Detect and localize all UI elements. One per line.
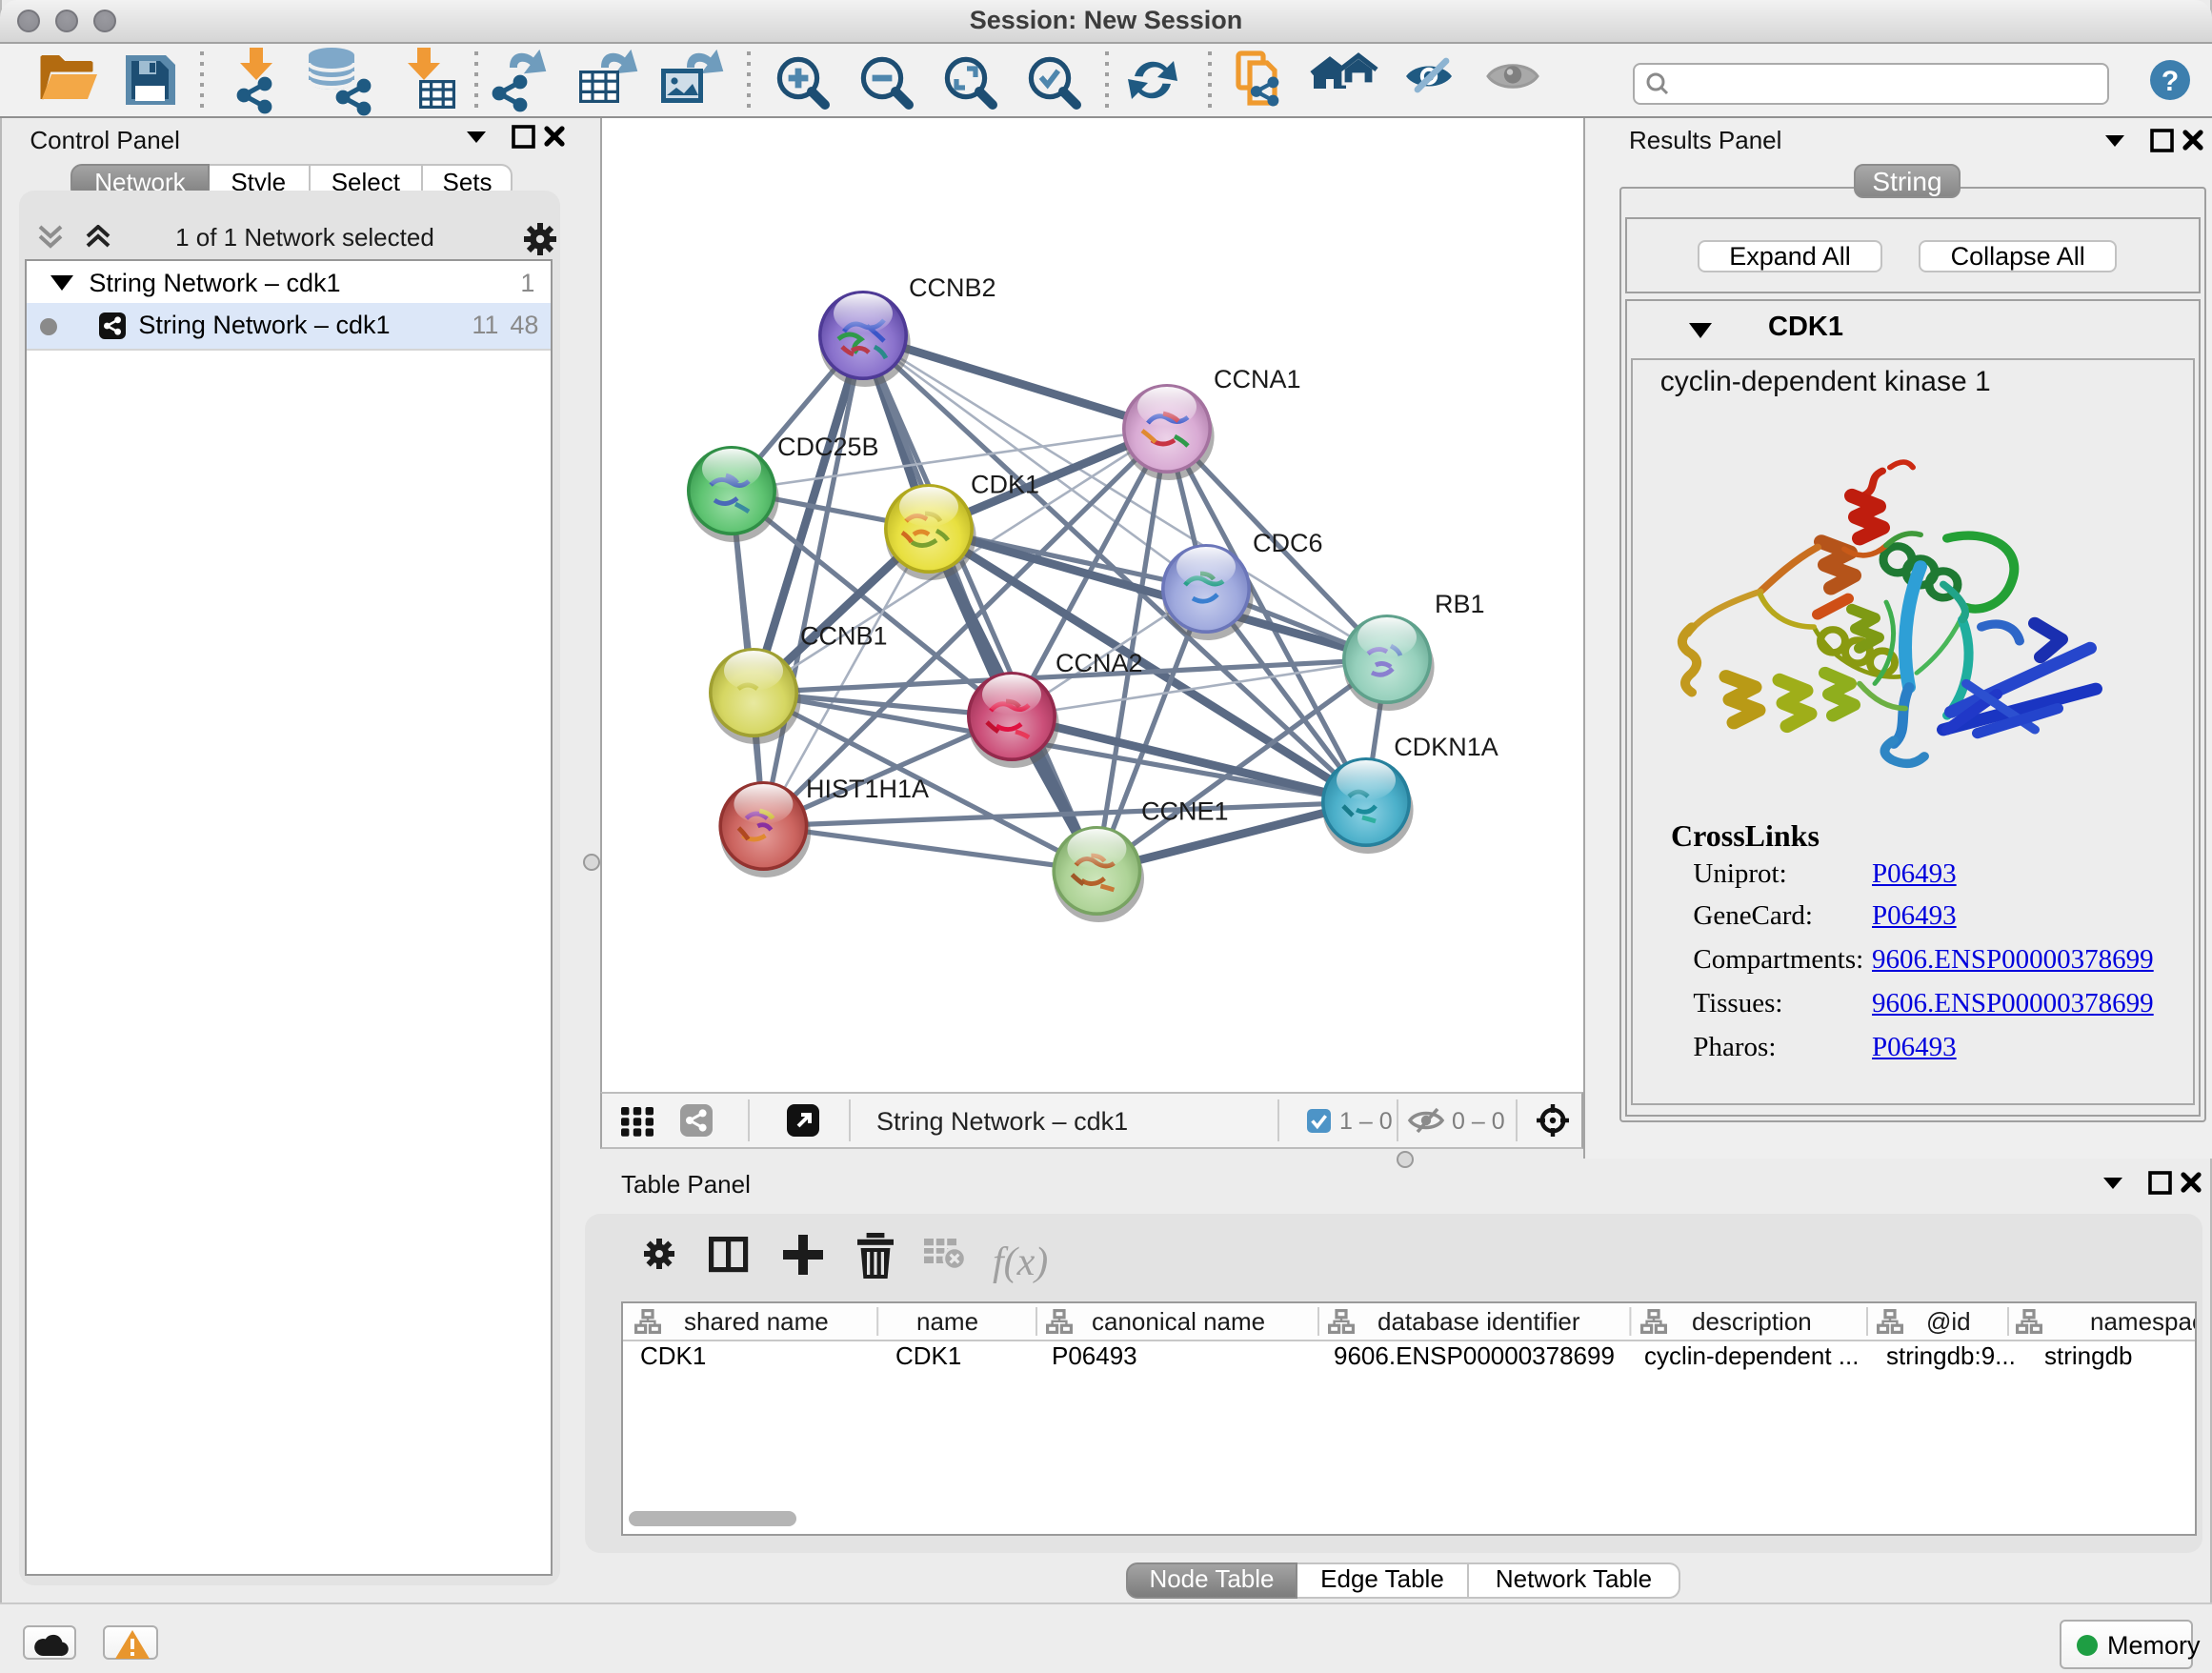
svg-text:?: ? — [2162, 66, 2179, 97]
svg-text:0 – 0: 0 – 0 — [1452, 1108, 1505, 1135]
svg-text:CCNA1: CCNA1 — [1214, 365, 1301, 393]
svg-text:CDK1: CDK1 — [971, 470, 1039, 498]
svg-text:HIST1H1A: HIST1H1A — [806, 775, 929, 803]
svg-text:CCNB1: CCNB1 — [800, 621, 888, 650]
svg-text:RB1: RB1 — [1435, 590, 1485, 618]
svg-text:CDKN1A: CDKN1A — [1394, 733, 1498, 761]
svg-text:CCNB2: CCNB2 — [909, 273, 996, 302]
svg-text:CCNA2: CCNA2 — [1056, 649, 1143, 677]
svg-text:f(x): f(x) — [993, 1240, 1048, 1284]
svg-text:CCNE1: CCNE1 — [1141, 796, 1229, 825]
svg-text:String Network – cdk1: String Network – cdk1 — [876, 1107, 1128, 1136]
svg-text:1 – 0: 1 – 0 — [1339, 1108, 1393, 1135]
svg-text:CDC25B: CDC25B — [777, 433, 879, 461]
svg-text:CDC6: CDC6 — [1253, 529, 1323, 557]
